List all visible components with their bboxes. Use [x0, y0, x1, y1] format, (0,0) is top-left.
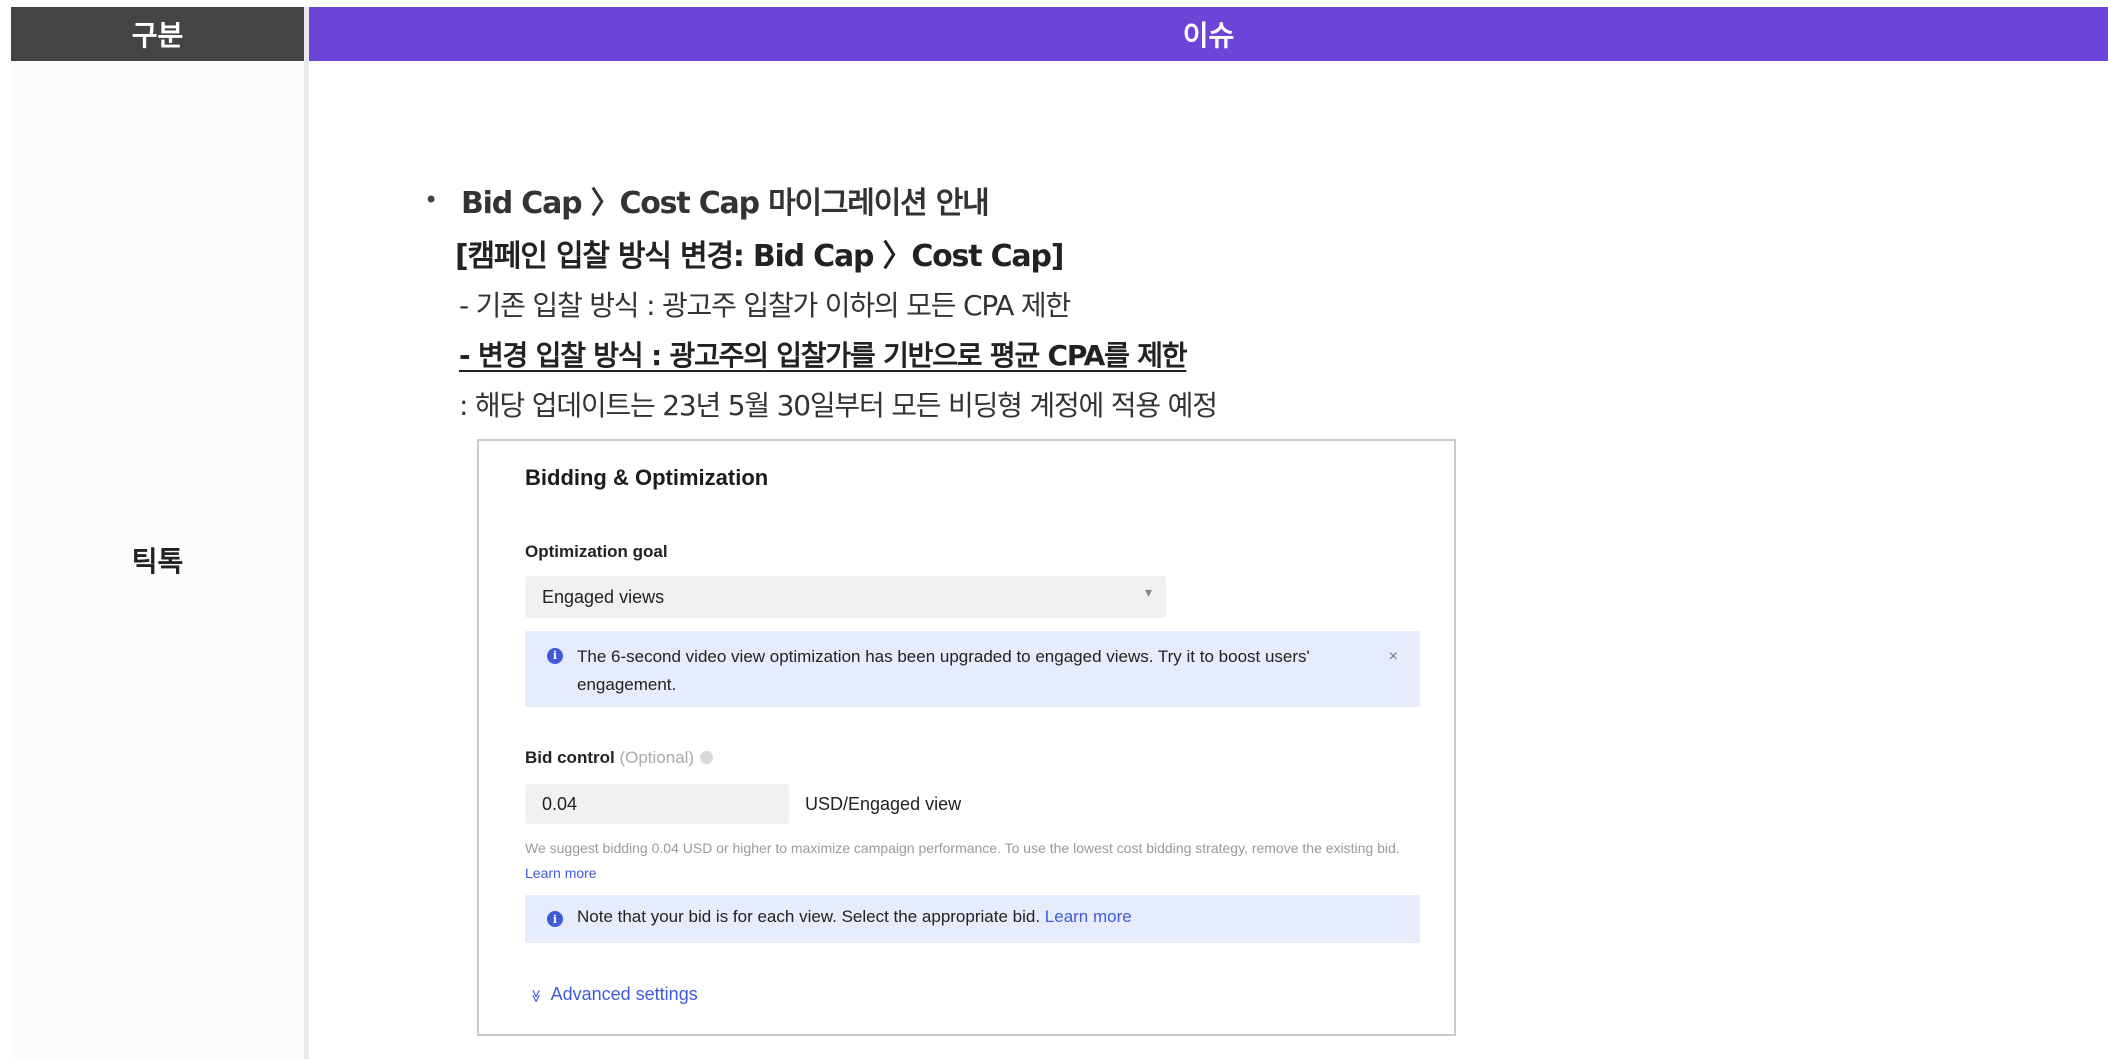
upgrade-info-text: The 6-second video view optimization has…: [577, 647, 1310, 694]
hint-learn-more-link[interactable]: Learn more: [525, 865, 597, 881]
optimization-goal-value: Engaged views: [542, 586, 665, 607]
chevron-down-icon: ▾: [1144, 584, 1152, 600]
issue-update-note: : 해당 업데이트는 23년 5월 30일부터 모든 비딩형 계정에 적용 예정: [459, 389, 1218, 422]
row-label-tiktok: 틱톡: [131, 545, 184, 578]
bidding-optimization-title: Bidding & Optimization: [525, 465, 769, 490]
bid-input-value: 0.04: [542, 793, 578, 814]
optimization-goal-select[interactable]: Engaged views ▾: [525, 576, 1166, 618]
bid-control-label: Bid control (Optional): [525, 748, 714, 768]
info-icon: i: [547, 911, 563, 927]
issue-existing-method: - 기존 입찰 방식 : 광고주 입찰가 이하의 모든 CPA 제한: [459, 289, 1071, 322]
bullet-point: •: [424, 186, 439, 214]
advanced-settings-label: Advanced settings: [550, 984, 698, 1004]
bid-control-label-text: Bid control: [525, 748, 615, 767]
close-icon[interactable]: ×: [1389, 643, 1398, 671]
advanced-settings-toggle[interactable]: ≫ Advanced settings: [529, 984, 698, 1005]
category-column: [11, 7, 304, 1059]
bid-note-banner: i Note that your bid is for each view. S…: [525, 895, 1420, 943]
bid-hint-text: We suggest bidding 0.04 USD or higher to…: [525, 840, 1400, 856]
embedded-screenshot: Bidding & Optimization Optimization goal…: [477, 439, 1456, 1036]
issue-header: 이슈: [309, 7, 2108, 61]
bid-unit-label: USD/Engaged view: [805, 794, 962, 814]
bid-input[interactable]: 0.04: [525, 784, 789, 824]
column-divider: [304, 7, 309, 1059]
double-chevron-down-icon: ≫: [528, 989, 544, 1003]
note-learn-more-link[interactable]: Learn more: [1045, 907, 1132, 926]
issue-title: Bid Cap 〉Cost Cap 마이그레이션 안내: [461, 186, 990, 221]
bid-control-optional: (Optional): [619, 748, 695, 767]
bid-hint: We suggest bidding 0.04 USD or higher to…: [525, 836, 1405, 886]
help-icon[interactable]: [700, 751, 714, 764]
optimization-goal-label: Optimization goal: [525, 542, 668, 561]
upgrade-info-banner: i The 6-second video view optimization h…: [525, 631, 1420, 707]
issue-changed-method: - 변경 입찰 방식 : 광고주의 입찰가를 기반으로 평균 CPA를 제한: [459, 339, 1188, 372]
info-icon: i: [547, 648, 563, 664]
issue-subtitle: [캠페인 입찰 방식 변경: Bid Cap 〉Cost Cap]: [455, 239, 1064, 274]
bid-note-text: Note that your bid is for each view. Sel…: [577, 907, 1041, 926]
category-header: 구분: [11, 7, 304, 61]
